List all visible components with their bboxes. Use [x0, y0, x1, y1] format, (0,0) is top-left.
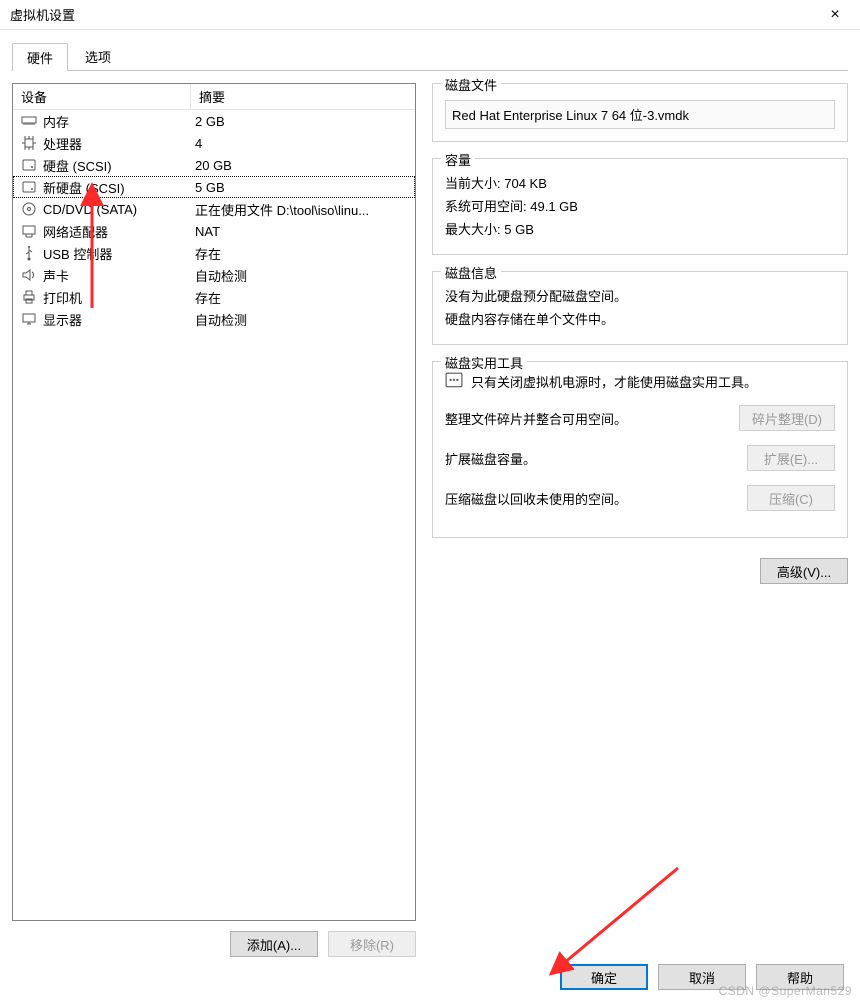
remove-button: 移除(R) [328, 931, 416, 957]
col-summary: 摘要 [191, 84, 415, 109]
group-disk-info: 磁盘信息 没有为此硬盘预分配磁盘空间。 硬盘内容存储在单个文件中。 [432, 271, 848, 345]
utility-compact-row: 压缩磁盘以回收未使用的空间。 压缩(C) [445, 485, 835, 511]
device-row-memory[interactable]: 内存 2 GB [13, 110, 415, 132]
ok-button[interactable]: 确定 [560, 964, 648, 990]
device-summary: 自动检测 [191, 266, 415, 285]
group-title: 磁盘信息 [441, 263, 501, 282]
usb-icon [21, 245, 37, 261]
device-summary: 存在 [191, 288, 415, 307]
display-icon [21, 311, 37, 327]
right-panel: 磁盘文件 Red Hat Enterprise Linux 7 64 位-3.v… [432, 83, 848, 957]
cd-icon [21, 201, 37, 217]
close-icon[interactable]: × [820, 0, 850, 30]
device-summary: 4 [191, 136, 415, 151]
device-name: 内存 [43, 112, 69, 131]
device-row-disk[interactable]: 新硬盘 (SCSI) 5 GB [13, 176, 415, 198]
main-area: 设备 摘要 内存 2 GB 处理器 4 硬盘 (SCSI) 20 GB 新硬盘 (SCSI)… [0, 71, 860, 969]
device-name: 处理器 [43, 134, 82, 153]
capacity-free: 系统可用空间: 49.1 GB [445, 196, 835, 215]
utility-defrag-row: 整理文件碎片并整合可用空间。 碎片整理(D) [445, 405, 835, 431]
group-disk-utilities: 磁盘实用工具 只有关闭虚拟机电源时，才能使用磁盘实用工具。 整理文件碎片并整合可… [432, 361, 848, 538]
device-row-printer[interactable]: 打印机 存在 [13, 286, 415, 308]
device-list[interactable]: 设备 摘要 内存 2 GB 处理器 4 硬盘 (SCSI) 20 GB 新硬盘 (SCSI)… [12, 83, 416, 921]
compact-button: 压缩(C) [747, 485, 835, 511]
utility-tip: 只有关闭虚拟机电源时，才能使用磁盘实用工具。 [445, 372, 835, 391]
device-summary: 自动检测 [191, 310, 415, 329]
capacity-current: 当前大小: 704 KB [445, 173, 835, 192]
audio-icon [21, 267, 37, 283]
group-title: 磁盘实用工具 [441, 353, 527, 372]
device-name: 新硬盘 (SCSI) [43, 178, 125, 197]
device-row-audio[interactable]: 声卡 自动检测 [13, 264, 415, 286]
cpu-icon [21, 135, 37, 151]
device-summary: 5 GB [191, 180, 415, 195]
group-capacity: 容量 当前大小: 704 KB 系统可用空间: 49.1 GB 最大大小: 5 … [432, 158, 848, 255]
device-name: 打印机 [43, 288, 82, 307]
add-button[interactable]: 添加(A)... [230, 931, 318, 957]
expand-button: 扩展(E)... [747, 445, 835, 471]
group-title: 磁盘文件 [441, 75, 501, 94]
memory-icon [21, 113, 37, 129]
device-summary: 20 GB [191, 158, 415, 173]
nic-icon [21, 223, 37, 239]
device-list-header: 设备 摘要 [13, 84, 415, 110]
device-summary: NAT [191, 224, 415, 239]
tab-strip: 硬件 选项 [0, 30, 860, 70]
device-name: USB 控制器 [43, 244, 112, 263]
advanced-button[interactable]: 高级(V)... [760, 558, 848, 584]
title-bar: 虚拟机设置 × [0, 0, 860, 30]
col-device: 设备 [13, 84, 191, 109]
capacity-max: 最大大小: 5 GB [445, 219, 835, 238]
utility-expand-row: 扩展磁盘容量。 扩展(E)... [445, 445, 835, 471]
disk-file-field[interactable]: Red Hat Enterprise Linux 7 64 位-3.vmdk [445, 100, 835, 129]
tab-hardware[interactable]: 硬件 [12, 43, 68, 71]
device-summary: 2 GB [191, 114, 415, 129]
device-name: CD/DVD (SATA) [43, 202, 137, 217]
group-title: 容量 [441, 150, 475, 169]
device-row-cd[interactable]: CD/DVD (SATA) 正在使用文件 D:\tool\iso\linu... [13, 198, 415, 220]
defrag-button: 碎片整理(D) [739, 405, 835, 431]
device-name: 硬盘 (SCSI) [43, 156, 112, 175]
device-summary: 存在 [191, 244, 415, 263]
disk-icon [21, 157, 37, 173]
device-name: 显示器 [43, 310, 82, 329]
device-row-usb[interactable]: USB 控制器 存在 [13, 242, 415, 264]
window-title: 虚拟机设置 [10, 5, 820, 24]
disk-icon [21, 179, 37, 195]
device-row-disk[interactable]: 硬盘 (SCSI) 20 GB [13, 154, 415, 176]
printer-icon [21, 289, 37, 305]
watermark: CSDN @SuperMan529 [719, 984, 852, 998]
device-name: 声卡 [43, 266, 69, 285]
info-icon [445, 372, 463, 390]
advanced-row: 高级(V)... [432, 558, 848, 584]
group-disk-file: 磁盘文件 Red Hat Enterprise Linux 7 64 位-3.v… [432, 83, 848, 142]
device-row-cpu[interactable]: 处理器 4 [13, 132, 415, 154]
device-name: 网络适配器 [43, 222, 108, 241]
device-row-display[interactable]: 显示器 自动检测 [13, 308, 415, 330]
info-line: 硬盘内容存储在单个文件中。 [445, 309, 835, 328]
device-buttons: 添加(A)... 移除(R) [12, 931, 416, 957]
left-panel: 设备 摘要 内存 2 GB 处理器 4 硬盘 (SCSI) 20 GB 新硬盘 (SCSI)… [12, 83, 416, 957]
device-row-nic[interactable]: 网络适配器 NAT [13, 220, 415, 242]
info-line: 没有为此硬盘预分配磁盘空间。 [445, 286, 835, 305]
tab-options[interactable]: 选项 [70, 42, 126, 70]
device-summary: 正在使用文件 D:\tool\iso\linu... [191, 200, 415, 219]
